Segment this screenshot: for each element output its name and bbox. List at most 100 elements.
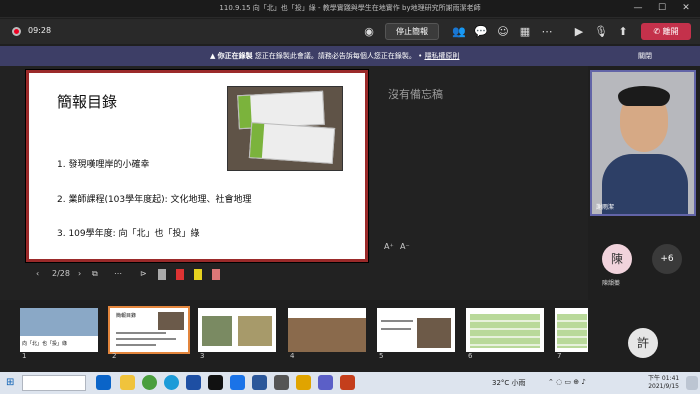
recording-banner: ▲ 你正在錄製 您正在錄製此會議。請務必告訴每個人您正在錄製。 • 隱私權原則 …	[0, 46, 700, 66]
more-options-icon[interactable]: ⋯	[114, 269, 122, 278]
sticky-notes-icon[interactable]	[296, 375, 311, 390]
participant-avatar[interactable]: 陳	[602, 244, 632, 274]
recording-message: ▲ 你正在錄製 您正在錄製此會議。請務必告訴每個人您正在錄製。 • 隱私權原則	[210, 52, 460, 60]
pointer-icon[interactable]: ⊳	[140, 269, 147, 278]
grid-view-icon[interactable]: ⧉	[92, 269, 98, 279]
eye-icon[interactable]: ◉	[360, 23, 378, 41]
thumbnail-title: 簡報目錄	[116, 313, 137, 319]
thumbnail-caption: 向「北」也「投」綠	[22, 341, 68, 347]
phone-icon: ✆	[653, 27, 663, 36]
title-bar: 110.9.15 向「北」也「投」綠 - 教學實踐與學生在地實作 by地理研究所…	[0, 0, 700, 18]
chrome-icon[interactable]	[142, 375, 157, 390]
warning-icon: ▲	[210, 52, 218, 60]
next-slide-icon[interactable]: ›	[78, 269, 81, 278]
increase-font-button[interactable]: A⁺	[384, 242, 394, 251]
recording-notice: 你正在錄製	[217, 52, 253, 60]
presenter-name: 謝雨潔	[596, 204, 615, 211]
notifications-icon[interactable]	[686, 376, 698, 390]
teams-meeting-window: 110.9.15 向「北」也「投」綠 - 教學實踐與學生在地實作 by地理研究所…	[0, 0, 700, 394]
taskbar-search-box[interactable]	[22, 375, 86, 391]
reaction-icon[interactable]: ☺	[494, 23, 512, 41]
maximize-icon[interactable]: ☐	[652, 1, 672, 16]
slide-item: 3. 109學年度: 向「北」也「投」綠	[57, 229, 200, 239]
edge-icon[interactable]	[164, 375, 179, 390]
thumbnail-photo	[20, 308, 98, 336]
meeting-toolbar: 09:28 ◉ 停止簡報 👥 💬 ☺ ▦ ⋯ ▶ 🎙 ⬆ ✆ 離開	[0, 19, 700, 44]
close-icon[interactable]: ✕	[676, 1, 696, 16]
meeting-timer: 09:28	[28, 26, 52, 35]
netflix-icon[interactable]	[208, 375, 223, 390]
thumbnail-number: 2	[112, 352, 117, 360]
pink-pen-icon[interactable]	[212, 269, 220, 280]
dismiss-banner-button[interactable]: 關閉	[638, 51, 652, 61]
participants-icon[interactable]: 👥	[450, 23, 468, 41]
taskbar-date: 2021/9/15	[648, 383, 679, 390]
slide-thumbnail[interactable]	[198, 308, 276, 352]
chat-icon[interactable]: 💬	[472, 23, 490, 41]
store-icon[interactable]	[186, 375, 201, 390]
thumbnail-number: 3	[200, 352, 205, 360]
slide-thumbnail[interactable]: 向「北」也「投」綠	[20, 308, 98, 352]
decrease-font-button[interactable]: A⁻	[400, 242, 410, 251]
app-icon[interactable]	[274, 375, 289, 390]
more-actions-icon[interactable]: ⋯	[538, 23, 556, 41]
thumbnail-number: 5	[379, 352, 384, 360]
teams-icon[interactable]	[318, 375, 333, 390]
window-title: 110.9.15 向「北」也「投」綠 - 教學實踐與學生在地實作 by地理研究所…	[219, 4, 481, 12]
presenter-hair	[618, 86, 670, 106]
slide-item: 1. 發現嘆哩岸的小確幸	[57, 160, 150, 170]
taskbar-time: 下午 01:41	[648, 375, 680, 382]
share-tray-icon[interactable]: ⬆	[614, 23, 632, 41]
participant-name: 陳韻蓁	[602, 280, 621, 287]
thumbnail-number: 4	[290, 352, 295, 360]
privacy-link[interactable]: 隱私權原則	[424, 52, 459, 60]
leave-button[interactable]: ✆ 離開	[641, 23, 691, 40]
word-icon[interactable]	[252, 375, 267, 390]
participants-panel: 謝雨潔 陳 陳韻蓁 +6 許	[588, 66, 700, 366]
task-view-icon[interactable]	[96, 375, 111, 390]
speaker-notes: 沒有備忘稿	[388, 88, 443, 101]
slide-thumbnail[interactable]	[377, 308, 455, 352]
business-cards-photo	[227, 86, 343, 171]
mail-icon[interactable]	[230, 375, 245, 390]
eraser-icon[interactable]	[158, 269, 166, 280]
windows-start-icon[interactable]: ⊞	[6, 377, 14, 388]
camera-icon[interactable]: ▶	[570, 23, 588, 41]
slide-thumbnail[interactable]	[555, 308, 588, 352]
slide-navigation: ‹ 2/28 › ⧉ ⋯ ⊳	[26, 268, 236, 282]
stop-presenting-button[interactable]: 停止簡報	[385, 23, 439, 40]
breakout-rooms-icon[interactable]: ▦	[516, 23, 534, 41]
microphone-muted-icon[interactable]: 🎙	[592, 23, 610, 41]
presenter-video[interactable]: 謝雨潔	[590, 70, 696, 216]
participant-avatar[interactable]: 許	[628, 328, 658, 358]
slide-thumbnail[interactable]	[288, 308, 366, 352]
slide-thumbnail-selected[interactable]: 簡報目錄	[108, 306, 190, 354]
slide-heading: 簡報目錄	[57, 93, 118, 111]
recording-detail: 您正在錄製此會議。請務必告訴每個人您正在錄製。	[254, 52, 416, 60]
weather-widget[interactable]: 32°C 小雨	[492, 378, 526, 388]
thumbnail-number: 7	[557, 352, 562, 360]
slide-thumbnail[interactable]	[466, 308, 544, 352]
business-card-image	[248, 122, 336, 164]
highlighter-icon[interactable]	[194, 269, 202, 280]
recording-indicator-icon	[12, 27, 21, 36]
slide-thumbnail-strip: 向「北」也「投」綠 1 簡報目錄 2 3 4 5 6 7	[0, 300, 588, 366]
system-tray-icons[interactable]: ⌃ ◌ ▭ ⊕ ♪	[548, 378, 586, 386]
windows-taskbar: ⊞ 32°C 小雨 ⌃ ◌ ▭ ⊕ ♪ 下午 01:41 2021/9/15	[0, 372, 700, 394]
thumbnail-number: 6	[468, 352, 473, 360]
slide-item: 2. 業師課程(103學年度起): 文化地理、社會地理	[57, 195, 252, 205]
presenter-shirt	[602, 154, 688, 214]
previous-slide-icon[interactable]: ‹	[36, 269, 39, 278]
taskbar-clock[interactable]: 下午 01:41 2021/9/15	[648, 375, 679, 391]
more-participants-button[interactable]: +6	[652, 244, 682, 274]
slide-counter: 2/28	[52, 269, 70, 278]
red-pen-icon[interactable]	[176, 269, 184, 280]
presentation-stage: 簡報目錄 1. 發現嘆哩岸的小確幸 2. 業師課程(103學年度起): 文化地理…	[0, 66, 588, 300]
thumbnail-photo	[158, 312, 184, 330]
powerpoint-icon[interactable]	[340, 375, 355, 390]
minimize-icon[interactable]: —	[628, 1, 648, 16]
thumbnail-number: 1	[22, 352, 27, 360]
current-slide[interactable]: 簡報目錄 1. 發現嘆哩岸的小確幸 2. 業師課程(103學年度起): 文化地理…	[26, 70, 368, 262]
file-explorer-icon[interactable]	[120, 375, 135, 390]
leave-label: 離開	[662, 27, 679, 36]
